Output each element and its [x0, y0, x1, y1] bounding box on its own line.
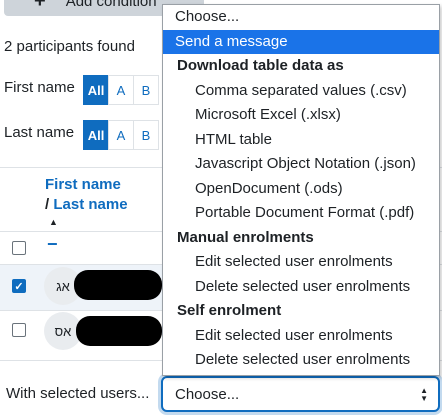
group-download: Download table data as: [177, 57, 344, 74]
option-self-delete[interactable]: Delete selected user enrolments: [163, 348, 439, 373]
sort-ascending-icon: ▲: [49, 217, 58, 227]
option-manual-delete[interactable]: Delete selected user enrolments: [163, 275, 439, 300]
last-name-letter-bar: All A B: [83, 120, 159, 150]
bulk-action-value: Choose...: [175, 385, 240, 403]
option-choose[interactable]: Choose...: [163, 5, 439, 30]
first-name-letter-b[interactable]: B: [133, 75, 159, 105]
option-manual-edit[interactable]: Edit selected user enrolments: [163, 250, 439, 275]
row-checkbox[interactable]: ✓: [12, 279, 26, 293]
plus-icon: +: [34, 0, 46, 12]
last-name-letter-all[interactable]: All: [83, 120, 109, 150]
header-separator: /: [45, 196, 50, 213]
select-arrows-icon: ▲ ▼: [420, 386, 428, 403]
with-selected-label: With selected users...: [6, 385, 150, 402]
sort-last-name-link[interactable]: Last name: [53, 196, 127, 213]
select-all-checkbox[interactable]: [12, 241, 26, 255]
option-html[interactable]: HTML table: [163, 128, 439, 153]
add-condition-label: Add condition: [65, 0, 157, 10]
option-send-message[interactable]: Send a message: [163, 29, 439, 54]
first-name-filter-label: First name: [4, 79, 75, 96]
option-json[interactable]: Javascript Object Notation (.json): [163, 152, 439, 177]
participants-count: 2 participants found: [4, 38, 135, 55]
last-name-letter-b[interactable]: B: [133, 120, 159, 150]
option-pdf[interactable]: Portable Document Format (.pdf): [163, 201, 439, 226]
redacted-name: [74, 270, 162, 300]
group-manual-enrolments: Manual enrolments: [177, 228, 314, 246]
row-checkbox[interactable]: [12, 323, 26, 337]
collapse-icon[interactable]: −: [47, 234, 58, 255]
option-self-edit[interactable]: Edit selected user enrolments: [163, 324, 439, 349]
group-self-enrolment: Self enrolment: [177, 302, 282, 319]
sort-first-name-link[interactable]: First name: [45, 176, 121, 193]
first-name-letter-all[interactable]: All: [83, 75, 109, 105]
bulk-action-select[interactable]: Choose... ▲ ▼: [161, 376, 440, 412]
first-name-letter-bar: All A B: [83, 75, 159, 105]
last-name-letter-a[interactable]: A: [108, 120, 134, 150]
bulk-action-dropdown: Choose... Send a message Download table …: [162, 4, 440, 376]
last-name-filter-label: Last name: [4, 124, 75, 141]
first-name-letter-a[interactable]: A: [108, 75, 134, 105]
option-ods[interactable]: OpenDocument (.ods): [163, 177, 439, 202]
option-xlsx[interactable]: Microsoft Excel (.xlsx): [163, 103, 439, 128]
option-csv[interactable]: Comma separated values (.csv): [163, 79, 439, 104]
redacted-name: [76, 316, 162, 346]
